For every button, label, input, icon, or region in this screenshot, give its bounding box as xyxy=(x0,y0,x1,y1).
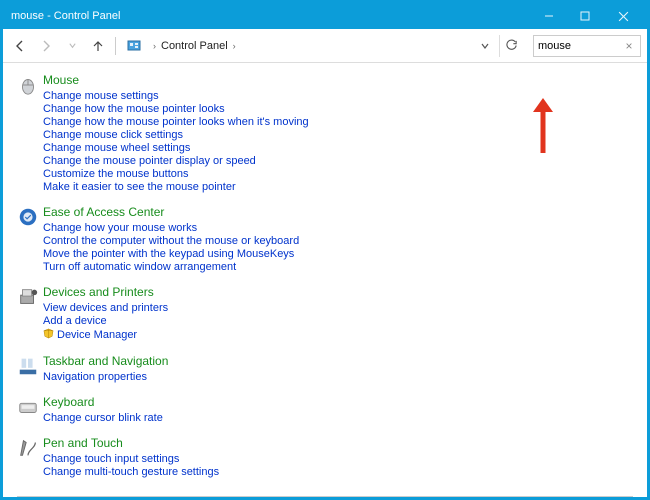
setting-link-label: Make it easier to see the mouse pointer xyxy=(43,181,236,193)
minimize-button[interactable] xyxy=(531,5,567,27)
setting-link[interactable]: Navigation properties xyxy=(43,371,633,383)
chevron-right-icon: › xyxy=(150,41,159,51)
section-body: Devices and Printers View devices and pri… xyxy=(43,285,633,342)
setting-link-label: Change mouse settings xyxy=(43,90,159,102)
setting-link[interactable]: Change multi-touch gesture settings xyxy=(43,466,633,478)
results-section: Pen and Touch Change touch input settings… xyxy=(17,436,633,478)
section-body: Pen and Touch Change touch input settings… xyxy=(43,436,633,478)
control-panel-icon xyxy=(126,38,142,54)
setting-link-label: Change multi-touch gesture settings xyxy=(43,466,219,478)
setting-link-label: Change how the mouse pointer looks xyxy=(43,103,225,115)
setting-link[interactable]: Make it easier to see the mouse pointer xyxy=(43,181,633,193)
section-icon xyxy=(17,436,43,478)
setting-link[interactable]: Control the computer without the mouse o… xyxy=(43,235,633,247)
recent-dropdown-icon[interactable] xyxy=(61,35,83,57)
results-section: Taskbar and Navigation Navigation propert… xyxy=(17,354,633,383)
refresh-button[interactable] xyxy=(499,35,523,57)
breadcrumb-item[interactable]: Control Panel xyxy=(159,40,230,52)
setting-link[interactable]: Device Manager xyxy=(43,328,633,342)
setting-link[interactable]: Change how your mouse works xyxy=(43,222,633,234)
address-dropdown-icon[interactable] xyxy=(475,35,495,57)
section-body: Taskbar and Navigation Navigation propert… xyxy=(43,354,633,383)
section-icon xyxy=(17,285,43,342)
setting-link[interactable]: Change how the mouse pointer looks xyxy=(43,103,633,115)
chevron-right-icon: › xyxy=(230,41,239,51)
setting-link[interactable]: Move the pointer with the keypad using M… xyxy=(43,248,633,260)
setting-link-label: Change cursor blink rate xyxy=(43,412,163,424)
section-icon xyxy=(17,395,43,424)
setting-link-label: Move the pointer with the keypad using M… xyxy=(43,248,294,260)
toolbar-separator xyxy=(115,37,116,55)
setting-link-label: Change touch input settings xyxy=(43,453,179,465)
toolbar: › Control Panel › × xyxy=(3,29,647,63)
titlebar: mouse - Control Panel xyxy=(3,3,647,29)
setting-link[interactable]: Change cursor blink rate xyxy=(43,412,633,424)
setting-link-label: Customize the mouse buttons xyxy=(43,168,189,180)
section-body: Keyboard Change cursor blink rate xyxy=(43,395,633,424)
forward-button[interactable] xyxy=(35,35,57,57)
section-title[interactable]: Pen and Touch xyxy=(43,436,633,450)
setting-link[interactable]: Turn off automatic window arrangement xyxy=(43,261,633,273)
up-button[interactable] xyxy=(87,35,109,57)
section-body: Ease of Access Center Change how your mou… xyxy=(43,205,633,273)
setting-link-label: Change how your mouse works xyxy=(43,222,197,234)
setting-link[interactable]: View devices and printers xyxy=(43,302,633,314)
search-box[interactable]: × xyxy=(533,35,641,57)
setting-link[interactable]: Add a device xyxy=(43,315,633,327)
section-title[interactable]: Taskbar and Navigation xyxy=(43,354,633,368)
section-icon xyxy=(17,73,43,193)
results-section: Devices and Printers View devices and pri… xyxy=(17,285,633,342)
setting-link-label: Change mouse wheel settings xyxy=(43,142,190,154)
results-section: MouseChange mouse settingsChange how the… xyxy=(17,73,633,193)
setting-link[interactable]: Change the mouse pointer display or spee… xyxy=(43,155,633,167)
section-title[interactable]: Keyboard xyxy=(43,395,633,409)
section-title[interactable]: Mouse xyxy=(43,73,633,87)
setting-link-label: Change how the mouse pointer looks when … xyxy=(43,116,309,128)
search-input[interactable] xyxy=(538,40,622,52)
setting-link[interactable]: Change mouse settings xyxy=(43,90,633,102)
section-title[interactable]: Ease of Access Center xyxy=(43,205,633,219)
window: mouse - Control Panel › Control Pan xyxy=(3,3,647,497)
window-title: mouse - Control Panel xyxy=(11,10,531,22)
setting-link-label: Change mouse click settings xyxy=(43,129,183,141)
shield-icon xyxy=(43,328,54,342)
section-icon xyxy=(17,205,43,273)
results-section: Ease of Access Center Change how your mou… xyxy=(17,205,633,273)
setting-link-label: Device Manager xyxy=(57,329,137,341)
section-title[interactable]: Devices and Printers xyxy=(43,285,633,299)
maximize-button[interactable] xyxy=(567,5,603,27)
setting-link-label: Turn off automatic window arrangement xyxy=(43,261,236,273)
setting-link-label: View devices and printers xyxy=(43,302,168,314)
setting-link-label: Change the mouse pointer display or spee… xyxy=(43,155,256,167)
clear-search-icon[interactable]: × xyxy=(622,39,636,53)
setting-link-label: Add a device xyxy=(43,315,107,327)
results-section: Keyboard Change cursor blink rate xyxy=(17,395,633,424)
setting-link[interactable]: Customize the mouse buttons xyxy=(43,168,633,180)
setting-link[interactable]: Change mouse wheel settings xyxy=(43,142,633,154)
back-button[interactable] xyxy=(9,35,31,57)
setting-link-label: Control the computer without the mouse o… xyxy=(43,235,299,247)
breadcrumb[interactable]: › Control Panel › xyxy=(150,29,471,62)
section-icon xyxy=(17,354,43,383)
setting-link-label: Navigation properties xyxy=(43,371,147,383)
setting-link[interactable]: Change how the mouse pointer looks when … xyxy=(43,116,633,128)
divider xyxy=(17,496,633,497)
setting-link[interactable]: Change mouse click settings xyxy=(43,129,633,141)
setting-link[interactable]: Change touch input settings xyxy=(43,453,633,465)
section-body: MouseChange mouse settingsChange how the… xyxy=(43,73,633,193)
close-button[interactable] xyxy=(603,5,643,27)
content-area: MouseChange mouse settingsChange how the… xyxy=(3,63,647,497)
